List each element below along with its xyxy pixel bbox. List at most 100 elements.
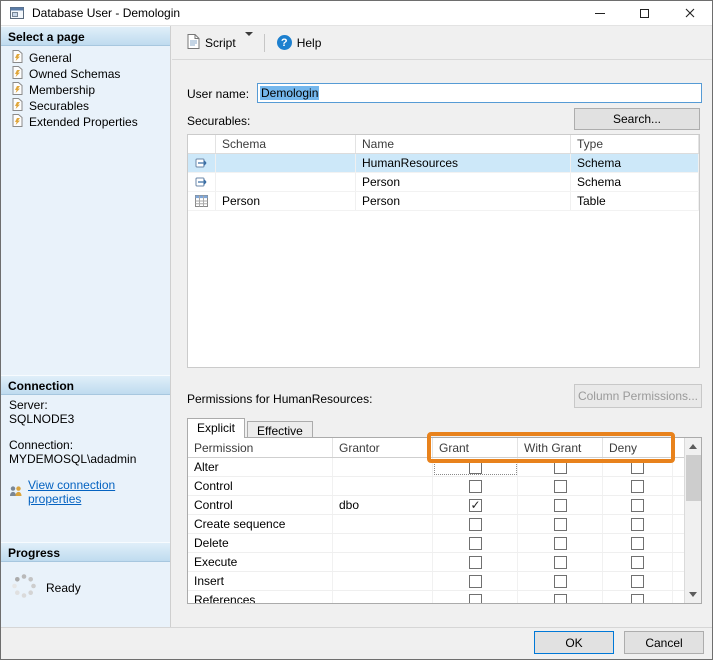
grant-checkbox[interactable] [469, 461, 482, 474]
permission-row: References [188, 591, 684, 603]
deny-checkbox[interactable] [631, 499, 644, 512]
permissions-label: Permissions for HumanResources: [187, 392, 372, 406]
select-a-page-header: Select a page [1, 26, 170, 46]
cancel-button[interactable]: Cancel [624, 631, 704, 654]
page-icon [12, 66, 23, 82]
permissions-header-permission[interactable]: Permission [188, 438, 333, 457]
ok-button[interactable]: OK [534, 631, 614, 654]
deny-checkbox[interactable] [631, 556, 644, 569]
securables-cell-type: Schema [571, 173, 699, 191]
deny-checkbox[interactable] [631, 537, 644, 550]
column-permissions-button: Column Permissions... [574, 384, 702, 408]
grant-cell [433, 591, 518, 603]
scroll-thumb[interactable] [686, 455, 701, 501]
grant-checkbox[interactable] [469, 575, 482, 588]
with-grant-checkbox[interactable] [554, 575, 567, 588]
view-connection-properties-link[interactable]: View connection properties [28, 478, 162, 506]
permission-row: Controldbo [188, 496, 684, 515]
filler-cell [673, 591, 684, 603]
connection-properties-icon [9, 485, 23, 500]
script-dropdown-caret[interactable] [241, 36, 257, 50]
arrow-down-icon [689, 592, 697, 597]
grant-cell [433, 515, 518, 533]
page-icon [12, 98, 23, 114]
securables-header-type[interactable]: Type [571, 135, 699, 153]
securables-cell-schema: Person [216, 192, 356, 210]
securables-header-icon-col [188, 135, 216, 153]
deny-cell [603, 572, 673, 590]
tab-effective[interactable]: Effective [247, 421, 313, 438]
grant-checkbox[interactable] [469, 594, 482, 604]
deny-checkbox[interactable] [631, 480, 644, 493]
with-grant-checkbox[interactable] [554, 537, 567, 550]
deny-checkbox[interactable] [631, 518, 644, 531]
grantor-cell [333, 553, 433, 571]
help-label: Help [297, 36, 322, 50]
with-grant-cell [518, 553, 603, 571]
with-grant-checkbox[interactable] [554, 499, 567, 512]
sidebar-item-label: Securables [29, 99, 89, 113]
scroll-down-arrow[interactable] [685, 586, 701, 603]
sidebar-item-general[interactable]: General [1, 50, 170, 66]
permissions-header-with-grant[interactable]: With Grant [518, 438, 603, 457]
with-grant-checkbox[interactable] [554, 556, 567, 569]
permissions-grid: Permission Grantor Grant With Grant Deny… [188, 438, 684, 603]
permissions-header-filler [673, 438, 684, 457]
with-grant-checkbox[interactable] [554, 480, 567, 493]
page-icon [12, 50, 23, 66]
deny-checkbox[interactable] [631, 461, 644, 474]
with-grant-checkbox[interactable] [554, 461, 567, 474]
deny-checkbox[interactable] [631, 575, 644, 588]
securables-row[interactable]: HumanResourcesSchema [188, 154, 699, 173]
deny-cell [603, 553, 673, 571]
minimize-icon [595, 13, 605, 14]
table-icon [188, 192, 216, 210]
deny-cell [603, 477, 673, 495]
scroll-up-arrow[interactable] [685, 438, 701, 455]
with-grant-cell [518, 496, 603, 514]
sidebar-item-extended-properties[interactable]: Extended Properties [1, 114, 170, 130]
database-user-icon [9, 5, 25, 21]
user-name-input[interactable]: Demologin [257, 83, 702, 103]
permissions-header-grantor[interactable]: Grantor [333, 438, 433, 457]
script-button[interactable]: Script [182, 30, 241, 56]
deny-checkbox[interactable] [631, 594, 644, 604]
securables-header-name[interactable]: Name [356, 135, 571, 153]
securables-row[interactable]: PersonSchema [188, 173, 699, 192]
maximize-button[interactable] [622, 1, 667, 25]
progress-panel: Ready [1, 566, 170, 609]
permissions-header-grant[interactable]: Grant [433, 438, 518, 457]
minimize-button[interactable] [577, 1, 622, 25]
sidebar-item-securables[interactable]: Securables [1, 98, 170, 114]
tab-explicit[interactable]: Explicit [187, 418, 245, 438]
with-grant-cell [518, 572, 603, 590]
permissions-scrollbar[interactable] [684, 438, 701, 603]
help-button[interactable]: Help [272, 31, 327, 54]
grant-checkbox[interactable] [469, 499, 482, 512]
with-grant-checkbox[interactable] [554, 518, 567, 531]
securables-row[interactable]: PersonPersonTable [188, 192, 699, 211]
grant-checkbox[interactable] [469, 518, 482, 531]
grant-cell [433, 534, 518, 552]
securables-cell-name: Person [356, 192, 571, 210]
permissions-header-deny[interactable]: Deny [603, 438, 673, 457]
sidebar-item-owned-schemas[interactable]: Owned Schemas [1, 66, 170, 82]
schema-icon [188, 173, 216, 191]
securables-cell-type: Table [571, 192, 699, 210]
sidebar-item-membership[interactable]: Membership [1, 82, 170, 98]
securables-cell-type: Schema [571, 154, 699, 172]
with-grant-checkbox[interactable] [554, 594, 567, 604]
securables-header-schema[interactable]: Schema [216, 135, 356, 153]
search-button[interactable]: Search... [574, 108, 700, 130]
help-icon [277, 35, 292, 50]
arrow-up-icon [689, 444, 697, 449]
grant-checkbox[interactable] [469, 537, 482, 550]
permission-name-cell: Create sequence [188, 515, 333, 533]
with-grant-cell [518, 477, 603, 495]
grant-checkbox[interactable] [469, 556, 482, 569]
close-button[interactable] [667, 1, 712, 25]
securables-cell-name: Person [356, 173, 571, 191]
sidebar-item-label: Extended Properties [29, 115, 138, 129]
grant-cell [433, 553, 518, 571]
grant-checkbox[interactable] [469, 480, 482, 493]
